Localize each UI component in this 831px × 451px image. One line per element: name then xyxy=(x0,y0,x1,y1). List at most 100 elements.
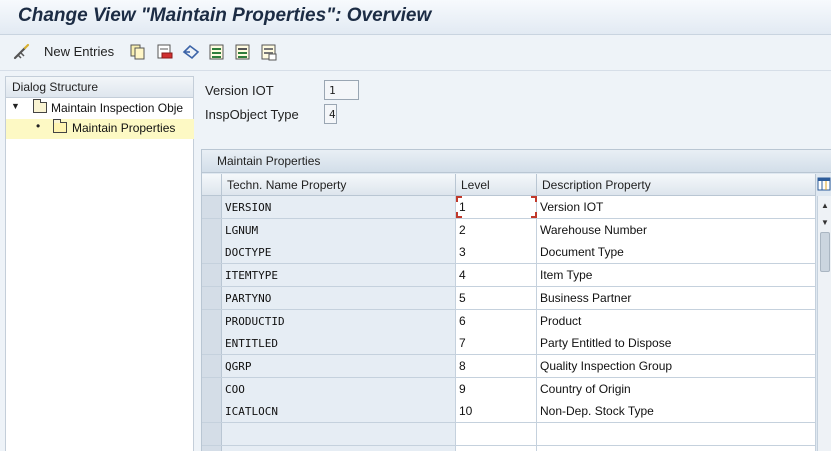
cell-techn-name xyxy=(222,445,456,451)
focus-marker xyxy=(456,212,462,218)
cell-techn-name: COO xyxy=(222,377,456,400)
dialog-structure-header: Dialog Structure xyxy=(6,77,193,98)
focus-marker xyxy=(456,196,462,202)
bullet-icon: • xyxy=(36,119,41,133)
cell-techn-name: ICATLOCN xyxy=(222,400,456,423)
title-bar: Change View "Maintain Properties": Overv… xyxy=(0,0,831,35)
cell-description-input[interactable]: Version IOT xyxy=(537,196,816,218)
row-select-button[interactable] xyxy=(202,332,222,355)
cell-level-input[interactable]: 6 xyxy=(456,309,537,332)
table-row[interactable] xyxy=(202,423,816,446)
change-display-icon[interactable] xyxy=(12,43,32,61)
row-select-button[interactable] xyxy=(202,400,222,423)
cell-techn-name: PRODUCTID xyxy=(222,309,456,332)
cell-description-input[interactable]: Country of Origin xyxy=(537,377,816,400)
column-header-techn-name[interactable]: Techn. Name Property xyxy=(222,174,456,196)
insp-object-type-label: InspObject Type xyxy=(205,107,299,122)
tree-item-maintain-inspection-object[interactable]: ▼ Maintain Inspection Obje xyxy=(11,99,194,119)
cell-level-input[interactable] xyxy=(456,445,537,451)
cell-techn-name xyxy=(222,423,456,445)
table-row[interactable]: ICATLOCN 10 Non-Dep. Stock Type xyxy=(202,400,816,424)
tree-item-maintain-properties[interactable]: • Maintain Properties xyxy=(6,119,194,139)
table-settings-icon[interactable] xyxy=(817,176,831,194)
cell-level-input[interactable]: 8 xyxy=(456,354,537,377)
table-row[interactable]: VERSION 1 Version IOT xyxy=(202,196,816,219)
cell-techn-name: QGRP xyxy=(222,354,456,377)
open-folder-icon xyxy=(53,119,67,133)
cell-level-input[interactable]: 1 xyxy=(456,196,537,218)
vertical-scrollbar[interactable]: ▲ ▼ xyxy=(817,196,831,451)
table-title: Maintain Properties xyxy=(202,150,831,173)
cell-level-input[interactable]: 5 xyxy=(456,286,537,309)
delete-icon[interactable] xyxy=(156,43,174,61)
cell-level-input[interactable] xyxy=(456,423,537,445)
copy-as-icon[interactable] xyxy=(129,43,147,61)
cell-level-input[interactable]: 3 xyxy=(456,241,537,264)
table-row[interactable]: PARTYNO 5 Business Partner xyxy=(202,286,816,310)
row-select-button[interactable] xyxy=(202,377,222,400)
table-row[interactable]: LGNUM 2 Warehouse Number xyxy=(202,218,816,242)
version-iot-field[interactable]: 1 xyxy=(324,80,359,100)
select-all-rows-button[interactable] xyxy=(202,174,222,196)
cell-techn-name: ITEMTYPE xyxy=(222,264,456,287)
cell-level-input[interactable]: 2 xyxy=(456,218,537,241)
tree-item-label: Maintain Inspection Obje xyxy=(51,101,184,115)
cell-description-input[interactable]: Non-Dep. Stock Type xyxy=(537,400,816,423)
cell-description-input[interactable] xyxy=(537,445,816,451)
row-select-button[interactable] xyxy=(202,354,222,377)
table-row[interactable]: PRODUCTID 6 Product xyxy=(202,309,816,333)
insp-object-type-field[interactable]: 4 xyxy=(324,104,337,124)
cell-level-input[interactable]: 4 xyxy=(456,264,537,287)
cell-description-input[interactable]: Business Partner xyxy=(537,286,816,309)
select-all-icon[interactable] xyxy=(208,43,226,61)
sap-screen: Change View "Maintain Properties": Overv… xyxy=(0,0,831,451)
table-row[interactable]: COO 9 Country of Origin xyxy=(202,377,816,401)
new-entries-button[interactable]: New Entries xyxy=(44,44,114,59)
table-row[interactable]: QGRP 8 Quality Inspection Group xyxy=(202,354,816,378)
cell-techn-name: PARTYNO xyxy=(222,286,456,309)
cell-description-input[interactable]: Party Entitled to Dispose xyxy=(537,332,816,355)
dialog-structure-panel: Dialog Structure ▼ Maintain Inspection O… xyxy=(5,76,194,451)
cell-description-input[interactable]: Item Type xyxy=(537,264,816,287)
cell-level-input[interactable]: 10 xyxy=(456,400,537,423)
row-select-button[interactable] xyxy=(202,218,222,241)
row-select-button[interactable] xyxy=(202,423,222,445)
column-header-level[interactable]: Level xyxy=(456,174,537,196)
cell-description-input[interactable]: Document Type xyxy=(537,241,816,264)
column-header-description[interactable]: Description Property xyxy=(537,174,816,196)
row-select-button[interactable] xyxy=(202,309,222,332)
row-select-button[interactable] xyxy=(202,286,222,309)
scroll-up-icon[interactable]: ▲ xyxy=(820,201,830,211)
table-row[interactable]: DOCTYPE 3 Document Type xyxy=(202,241,816,265)
cell-description-input[interactable] xyxy=(537,423,816,445)
cell-techn-name: DOCTYPE xyxy=(222,241,456,264)
table-header-row: Techn. Name Property Level Description P… xyxy=(202,174,816,196)
scroll-down-icon[interactable]: ▼ xyxy=(820,218,830,228)
cell-techn-name: VERSION xyxy=(222,196,456,218)
row-select-button[interactable] xyxy=(202,445,222,451)
version-iot-label: Version IOT xyxy=(205,83,274,98)
cell-techn-name: ENTITLED xyxy=(222,332,456,355)
maintain-properties-table: Maintain Properties Techn. Name Property… xyxy=(201,149,831,451)
cell-level-input[interactable]: 7 xyxy=(456,332,537,355)
cell-description-input[interactable]: Warehouse Number xyxy=(537,218,816,241)
row-select-button[interactable] xyxy=(202,264,222,287)
select-block-icon[interactable] xyxy=(234,43,252,61)
cell-description-input[interactable]: Product xyxy=(537,309,816,332)
row-select-button[interactable] xyxy=(202,196,222,218)
table-row[interactable] xyxy=(202,445,816,451)
folder-icon xyxy=(33,99,47,113)
application-toolbar: New Entries xyxy=(0,35,831,71)
window-title: Change View "Maintain Properties": Overv… xyxy=(18,5,432,26)
table-row[interactable]: ENTITLED 7 Party Entitled to Dispose xyxy=(202,332,816,356)
expand-arrow-icon[interactable]: ▼ xyxy=(11,101,20,111)
cell-level-input[interactable]: 9 xyxy=(456,377,537,400)
cell-techn-name: LGNUM xyxy=(222,218,456,241)
tree-item-label: Maintain Properties xyxy=(72,121,176,135)
table-row[interactable]: ITEMTYPE 4 Item Type xyxy=(202,264,816,288)
scrollbar-thumb[interactable] xyxy=(820,232,830,272)
row-select-button[interactable] xyxy=(202,241,222,264)
undo-icon[interactable] xyxy=(181,43,201,61)
cell-description-input[interactable]: Quality Inspection Group xyxy=(537,354,816,377)
deselect-all-icon[interactable] xyxy=(260,43,278,61)
